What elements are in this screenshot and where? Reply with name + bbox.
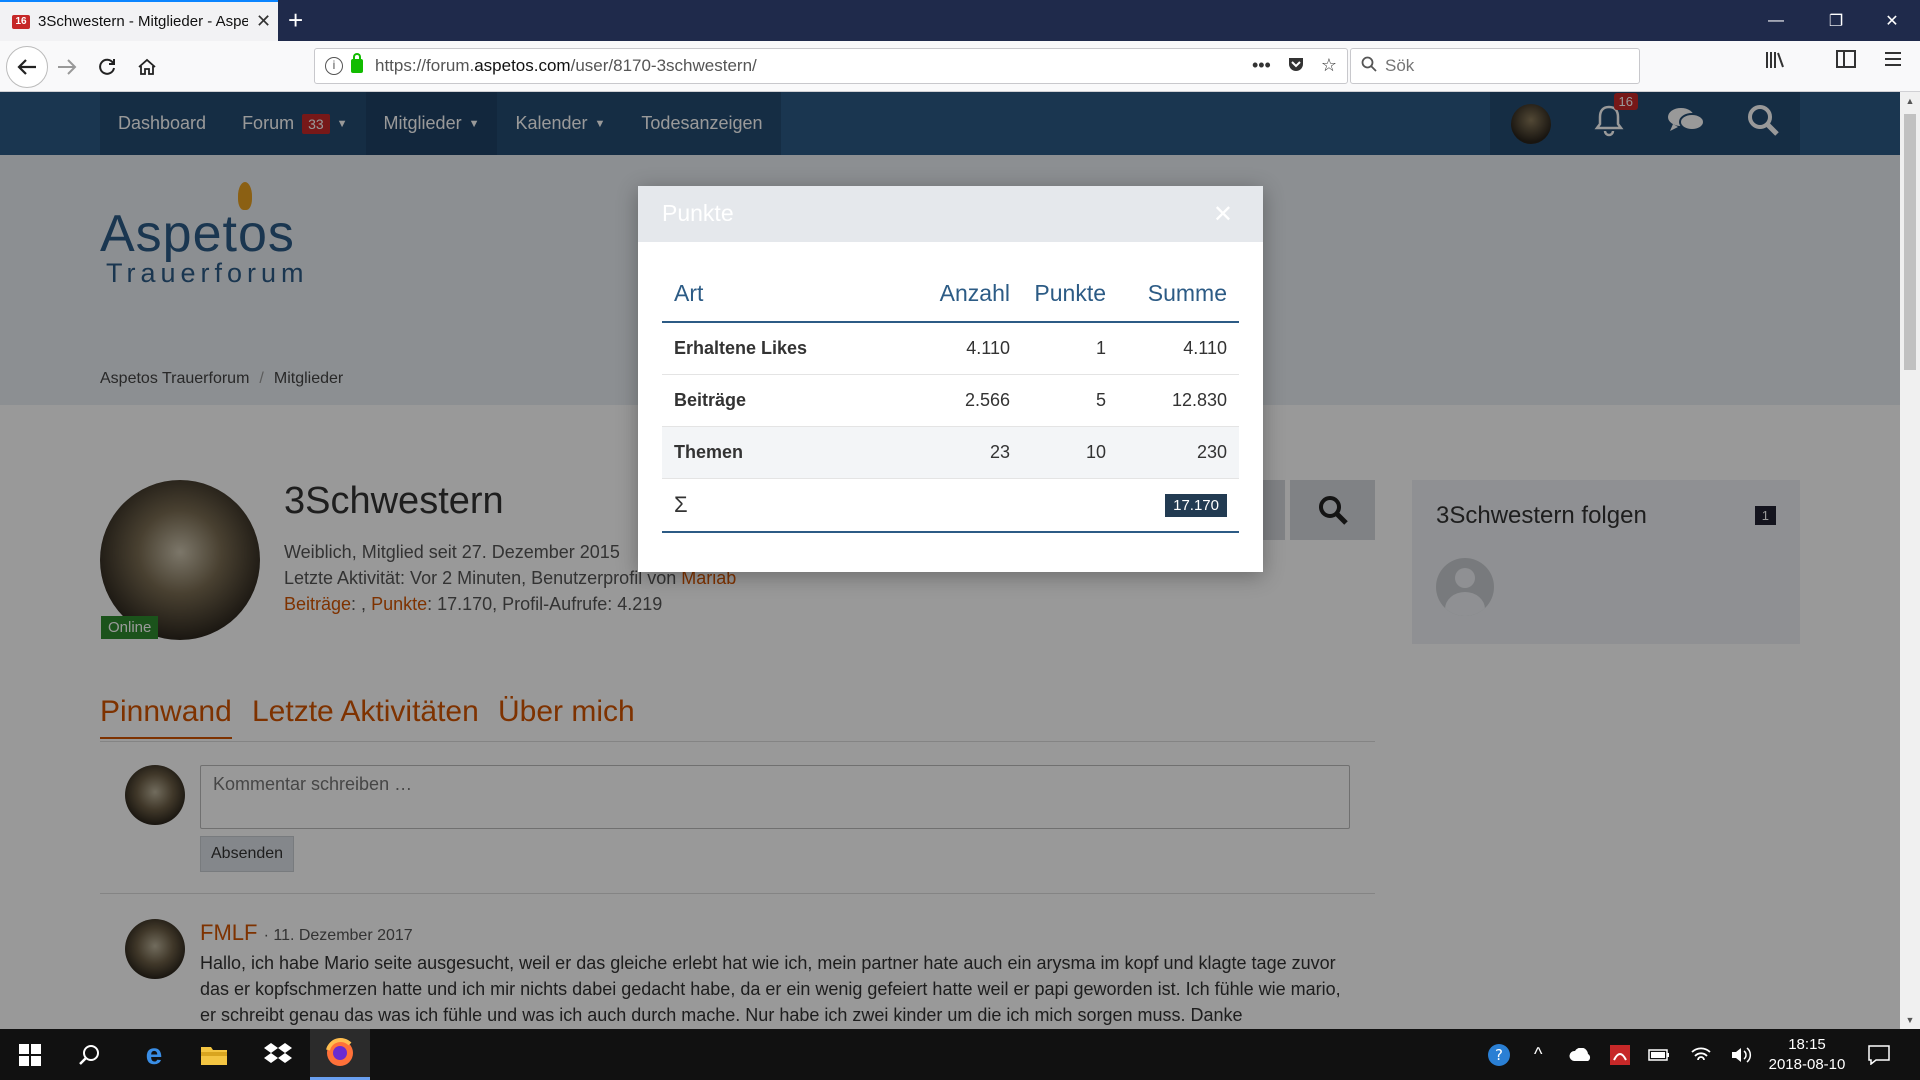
browser-tab[interactable]: 16 3Schwestern - Mitglieder - Aspetos ✕ [0,0,278,41]
browser-search-input[interactable] [1385,56,1625,76]
url-bar[interactable]: i https://forum.aspetos.com/user/8170-3s… [314,48,1348,84]
sidebar-toggle-icon[interactable] [1836,50,1856,74]
site-favicon-icon: 16 [12,14,30,29]
url-text: https://forum.aspetos.com/user/8170-3sch… [375,56,757,75]
clock-time: 18:15 [1788,1036,1826,1053]
column-header-summe: Summe [1118,266,1239,323]
page-actions-icon[interactable]: ••• [1252,55,1271,78]
table-row: Erhaltene Likes 4.110 1 4.110 [662,322,1239,375]
file-explorer-icon[interactable] [184,1029,244,1080]
close-window-icon[interactable]: ✕ [1864,0,1920,41]
acrobat-icon[interactable] [1610,1029,1630,1080]
search-icon [1361,56,1377,77]
scroll-up-icon[interactable]: ▲ [1900,92,1920,110]
minimize-icon[interactable]: — [1748,0,1804,41]
column-header-anzahl: Anzahl [902,266,1022,323]
tab-close-icon[interactable]: ✕ [256,11,271,32]
points-table: Art Anzahl Punkte Summe Erhaltene Likes … [662,266,1239,533]
bookmark-star-icon[interactable]: ☆ [1321,55,1337,78]
tab-title: 3Schwestern - Mitglieder - Aspetos [38,13,248,30]
dropbox-icon[interactable] [248,1029,308,1080]
info-icon[interactable]: i [325,57,343,75]
sum-row: Σ 17.170 [662,478,1239,533]
lock-icon[interactable] [351,53,363,73]
edge-browser-icon[interactable]: e [124,1029,184,1080]
pocket-icon[interactable] [1287,55,1305,78]
scroll-thumb[interactable] [1904,114,1916,370]
system-clock[interactable]: 18:15 2018-08-10 [1762,1035,1852,1075]
chevron-up-icon[interactable]: ^ [1534,1029,1542,1080]
svg-text:?: ? [1495,1046,1503,1064]
hamburger-menu-icon[interactable] [1884,50,1902,73]
new-tab-icon[interactable]: + [288,6,303,34]
clock-date: 2018-08-10 [1768,1056,1846,1073]
wifi-icon[interactable] [1690,1029,1712,1080]
help-icon[interactable]: ? [1486,1029,1512,1080]
scroll-down-icon[interactable]: ▼ [1900,1011,1920,1029]
modal-title: Punkte [662,200,734,226]
column-header-art: Art [662,266,902,323]
browser-toolbar: i https://forum.aspetos.com/user/8170-3s… [0,41,1920,92]
page-content: Dashboard Forum 33 ▼ Mitglieder ▼ Kalender ▼… [0,92,1900,1029]
sum-symbol: Σ [662,478,902,533]
back-arrow-icon[interactable] [6,46,48,88]
points-modal: Punkte ✕ Art Anzahl Punkte Summe Erhalte… [638,186,1263,572]
restore-icon[interactable]: ❐ [1808,0,1864,41]
onedrive-icon[interactable] [1568,1029,1592,1080]
search-icon[interactable] [60,1029,120,1080]
firefox-icon[interactable] [310,1029,370,1080]
library-icon[interactable] [1764,50,1786,76]
windows-taskbar: e ? ^ 18:15 2018-08-10 [0,1029,1920,1080]
modal-header: Punkte ✕ [638,186,1263,242]
page-scrollbar[interactable]: ▲ ▼ [1900,92,1920,1029]
windows-start-icon[interactable] [0,1029,60,1080]
browser-tab-bar: 16 3Schwestern - Mitglieder - Aspetos ✕ … [0,0,1920,41]
total-badge: 17.170 [1165,494,1227,518]
column-header-punkte: Punkte [1022,266,1118,323]
battery-icon[interactable] [1648,1029,1670,1080]
close-icon[interactable]: ✕ [1213,200,1233,229]
table-row: Themen 23 10 230 [662,426,1239,479]
table-row: Beiträge 2.566 5 12.830 [662,374,1239,427]
reload-icon[interactable] [90,50,124,84]
volume-icon[interactable] [1730,1029,1752,1080]
home-icon[interactable] [130,50,164,84]
forward-arrow-icon[interactable] [50,50,84,84]
browser-search-bar[interactable] [1350,48,1640,84]
action-center-icon[interactable] [1868,1029,1890,1080]
